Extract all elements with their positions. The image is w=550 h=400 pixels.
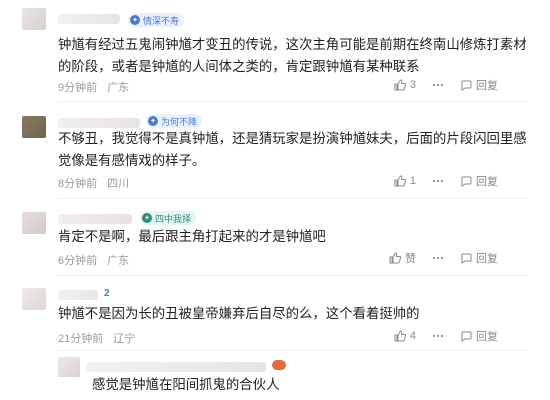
game-controller-icon	[272, 360, 286, 370]
like-count: 1	[409, 175, 416, 187]
reply-button[interactable]: 回复	[460, 250, 498, 266]
avatar[interactable]	[58, 357, 80, 377]
comment-time: 21分钟前	[58, 333, 104, 345]
avatar[interactable]	[22, 212, 46, 234]
badge-icon: ✦	[148, 116, 158, 126]
comment-actions: 4 回复	[378, 328, 498, 344]
like-count: 4	[409, 330, 416, 342]
thumbs-up-icon	[389, 252, 401, 264]
comment-location: 四川	[107, 178, 130, 190]
like-button[interactable]: 3	[394, 79, 416, 91]
comment-text: 钟馗有经过五鬼闹钟馗才变丑的传说，这次主角可能是前期在终南山修炼打素材的阶段，或…	[58, 37, 527, 74]
comment-meta: 21分钟前 辽宁	[58, 330, 135, 346]
thumbs-up-icon	[394, 330, 406, 342]
badge-label: 为何不降	[161, 116, 198, 127]
comment-meta: 9分钟前 广东	[58, 79, 129, 95]
more-button[interactable]	[432, 330, 444, 342]
more-icon	[432, 179, 444, 183]
avatar[interactable]	[22, 116, 46, 138]
reply-button[interactable]: 回复	[460, 77, 498, 93]
reply-icon	[461, 80, 472, 91]
username-blurred[interactable]	[58, 118, 140, 128]
comment-text: 感觉是钟馗在阳间抓鬼的合伙人	[92, 377, 280, 392]
username-blurred[interactable]	[86, 362, 266, 372]
reply-label: 回复	[476, 176, 498, 188]
comment-meta: 6分钟前 广东	[58, 252, 129, 268]
more-icon	[432, 334, 444, 338]
level-badge: 2	[104, 288, 110, 299]
comment-location: 广东	[107, 82, 130, 94]
divider	[58, 101, 528, 102]
more-button[interactable]	[432, 252, 444, 264]
like-label: 赞	[405, 253, 416, 265]
comment-meta: 8分钟前 四川	[58, 175, 129, 191]
comment-actions: 3 回复	[378, 77, 498, 93]
comment-text: 肯定不是啊，最后跟主角打起来的才是钟馗吧	[58, 229, 326, 244]
reply-button[interactable]: 回复	[460, 328, 498, 344]
reply-icon	[461, 253, 472, 264]
comment-location: 辽宁	[113, 333, 136, 345]
comment-text: 不够丑，我觉得不是真钟馗，还是猜玩家是扮演钟馗妹夫，后面的片段闪回里感觉像是有感…	[58, 131, 527, 168]
badge-icon: ✦	[142, 213, 152, 223]
more-icon	[432, 256, 444, 260]
thumbs-up-icon	[394, 79, 406, 91]
reply-label: 回复	[476, 80, 498, 92]
comment-location: 广东	[107, 255, 130, 267]
more-icon	[432, 83, 444, 87]
divider	[58, 275, 528, 276]
fan-badge: ✦ 情深不寿	[128, 13, 185, 27]
more-button[interactable]	[432, 175, 444, 187]
comment-time: 8分钟前	[58, 178, 98, 190]
divider	[58, 350, 528, 351]
comment-text: 钟馗不是因为长的丑被皇帝嫌弃后自尽的么，这个看着挺帅的	[58, 306, 420, 321]
reply-button[interactable]: 回复	[460, 173, 498, 189]
avatar[interactable]	[22, 288, 46, 310]
username-blurred[interactable]	[58, 290, 98, 300]
reply-label: 回复	[476, 253, 498, 265]
comment-actions: 赞 回复	[373, 250, 498, 266]
more-button[interactable]	[432, 79, 444, 91]
like-count: 3	[409, 79, 416, 91]
comment-actions: 1 回复	[378, 173, 498, 189]
like-button[interactable]: 赞	[389, 250, 416, 266]
thumbs-up-icon	[394, 175, 406, 187]
like-button[interactable]: 1	[394, 175, 416, 187]
username-blurred[interactable]	[58, 214, 132, 224]
divider	[58, 198, 528, 199]
fan-badge: ✦ 四中我择	[140, 211, 197, 225]
avatar[interactable]	[22, 8, 46, 30]
comment-time: 6分钟前	[58, 255, 98, 267]
username-blurred[interactable]	[58, 14, 120, 24]
comment-time: 9分钟前	[58, 82, 98, 94]
badge-label: 情深不寿	[143, 15, 180, 26]
reply-icon	[461, 176, 472, 187]
like-button[interactable]: 4	[394, 330, 416, 342]
reply-icon	[461, 331, 472, 342]
reply-label: 回复	[476, 331, 498, 343]
badge-icon: ✦	[130, 15, 140, 25]
badge-label: 四中我择	[155, 213, 192, 224]
fan-badge: ✦ 为何不降	[146, 114, 203, 128]
